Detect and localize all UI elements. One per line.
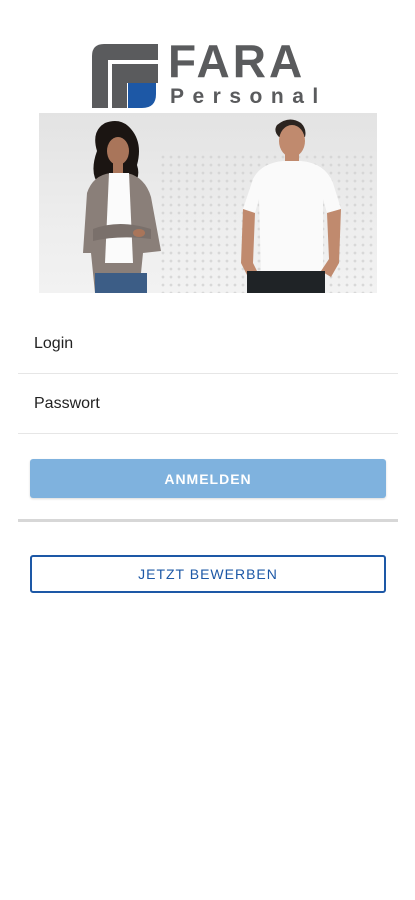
password-field[interactable]: [18, 376, 398, 434]
hero-photo-woman-and-man: [83, 119, 377, 293]
logo-mark-icon: [92, 44, 158, 108]
fara-personal-logo: FARA Personal: [92, 38, 327, 110]
hero-image: [39, 113, 377, 293]
login-input[interactable]: [34, 316, 374, 372]
login-field[interactable]: [18, 316, 398, 374]
password-input[interactable]: [34, 376, 374, 432]
logo-brand-text: FARA: [168, 35, 306, 87]
login-button[interactable]: ANMELDEN: [30, 459, 386, 498]
woman-figure: [83, 121, 161, 293]
divider: [18, 519, 398, 522]
logo-tagline-text: Personal: [170, 85, 327, 108]
apply-now-button[interactable]: JETZT BEWERBEN: [30, 555, 386, 593]
